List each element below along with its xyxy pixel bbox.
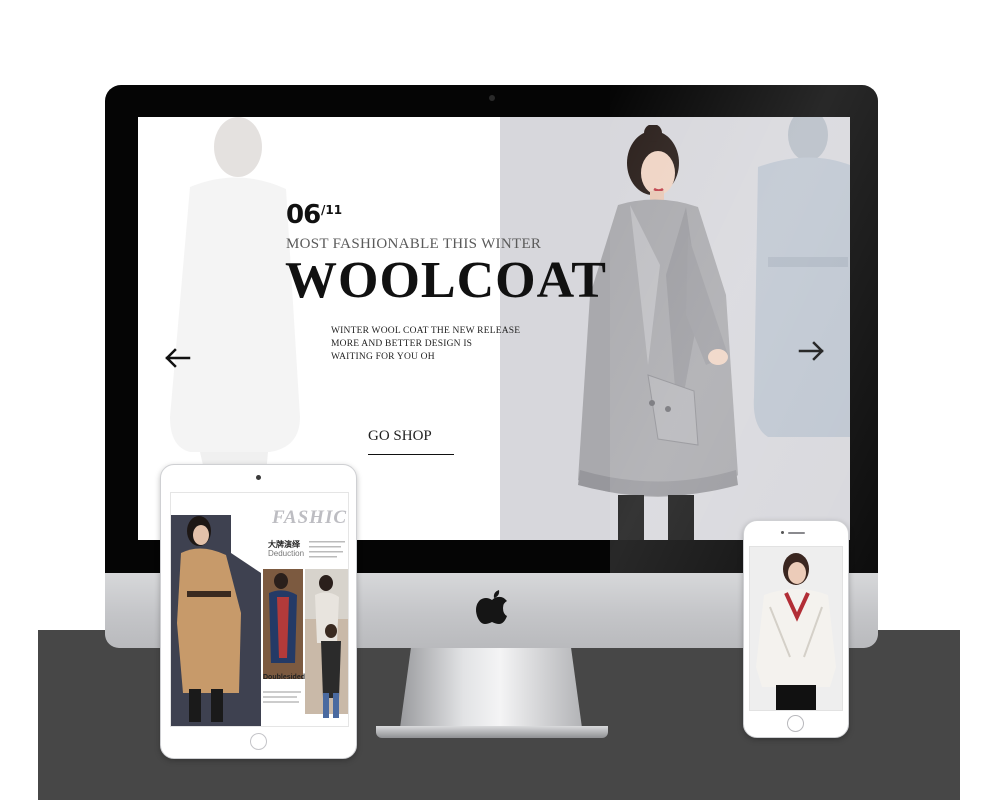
tablet-deduction-label: Deduction [268, 549, 305, 558]
hero-description-line: MORE AND BETTER DESIGN IS [331, 339, 473, 349]
arrow-left-icon[interactable] [163, 347, 191, 369]
tablet-fashion-title: FASHIC [272, 507, 348, 528]
tablet-home-button [250, 733, 267, 750]
tablet-device: FASHIC 大牌演绎 Deduction Doublesided [160, 464, 357, 759]
faded-model-image-right [753, 117, 850, 437]
tablet-camera [256, 475, 261, 480]
go-shop-button[interactable]: GO SHOP [368, 428, 454, 455]
device-mockup-stage: 06 /11 MOST FASHIONABLE THIS WINTER WOOL… [0, 0, 1000, 800]
phone-camera [781, 531, 784, 534]
phone-model-image [750, 547, 842, 710]
imac-stand-neck [400, 648, 582, 728]
slide-total-number: /11 [321, 203, 343, 217]
phone-device [743, 520, 849, 738]
tablet-doublesided-label: Doublesided [263, 674, 306, 681]
phone-home-button [787, 715, 804, 732]
slide-current-number: 06 [286, 200, 321, 230]
arrow-right-icon[interactable] [798, 340, 826, 362]
hero-headline: WOOLCOAT [285, 252, 607, 309]
phone-screen [749, 546, 843, 711]
tablet-text-lines [309, 541, 345, 558]
tablet-screen: FASHIC 大牌演绎 Deduction Doublesided [170, 492, 349, 727]
apple-logo-icon [476, 590, 507, 624]
hero-description-line: WAITING FOR YOU OH [331, 352, 435, 362]
hero-description-line: WINTER WOOL COAT THE NEW RELEASE [331, 326, 521, 336]
imac-camera [489, 95, 495, 101]
phone-speaker [788, 532, 805, 534]
model-woolcoat-image [578, 125, 738, 540]
hero-description: WINTER WOOL COAT THE NEW RELEASE MORE AN… [331, 325, 520, 364]
imac-stand-base [376, 726, 608, 738]
